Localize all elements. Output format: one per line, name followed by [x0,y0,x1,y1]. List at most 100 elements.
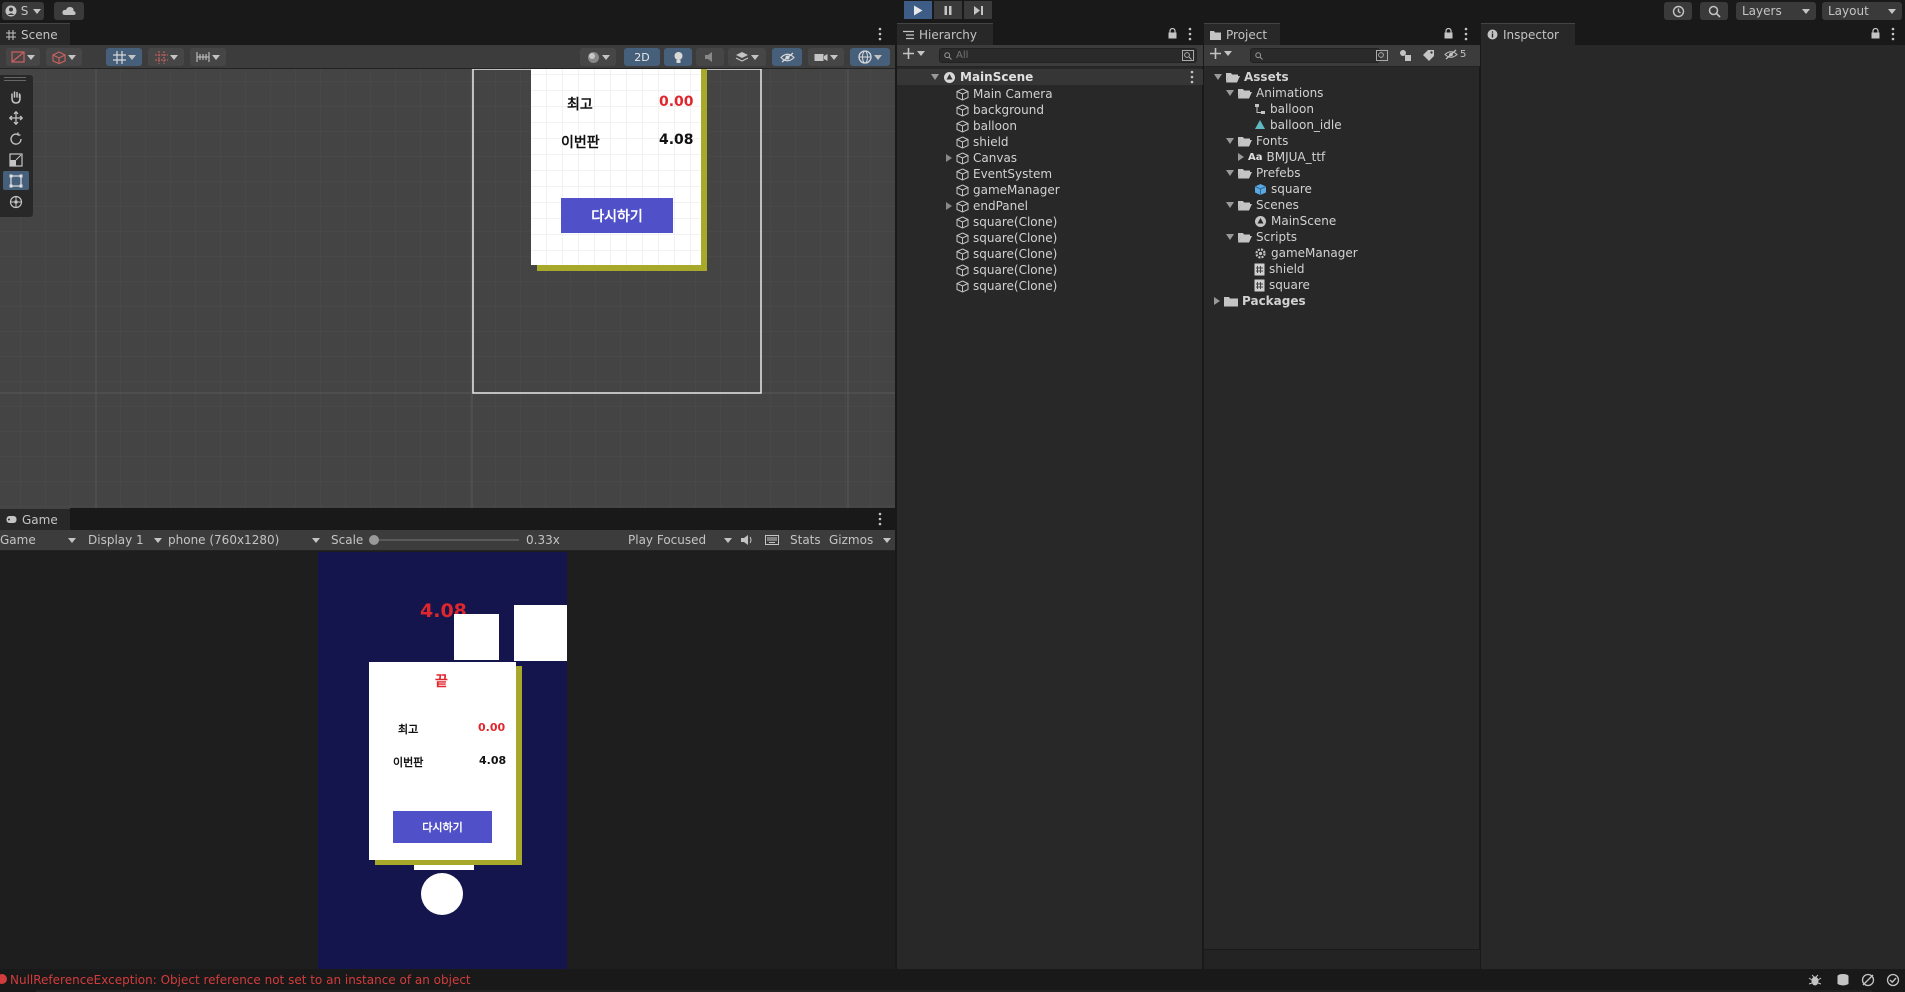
hidden-objects-toggle[interactable] [772,48,802,66]
expand-arrow-icon[interactable] [1226,234,1234,240]
folder-assets[interactable]: Assets [1204,69,1480,85]
hierarchy-item[interactable]: square(Clone) [897,230,1203,246]
asset-script[interactable]: square [1204,277,1480,293]
hierarchy-item[interactable]: Main Camera [897,86,1203,102]
kebab-menu-icon[interactable] [1464,27,1468,41]
collapse-arrow-icon[interactable] [1214,297,1220,305]
asset-script[interactable]: gameManager [1204,245,1480,261]
expand-arrow-icon[interactable] [1226,170,1234,176]
move-tool[interactable] [3,108,29,127]
scene-end-panel[interactable]: 최고 0.00 이번판 4.08 다시하기 [531,69,701,265]
grid-toggle[interactable] [106,48,142,66]
render-mode-dropdown[interactable] [46,48,82,66]
scale-tool[interactable] [3,150,29,169]
tab-project[interactable]: Project [1204,23,1280,45]
scale-slider-thumb[interactable] [369,535,379,545]
lock-icon[interactable] [1871,28,1880,39]
layers-dropdown[interactable]: Layers [1736,2,1816,20]
hierarchy-item[interactable]: gameManager [897,182,1203,198]
draw-mode-dropdown[interactable] [6,48,40,66]
filter-type-icon[interactable] [1399,49,1412,62]
hierarchy-item[interactable]: EventSystem [897,166,1203,182]
stats-button[interactable]: Stats [790,533,821,547]
account-button[interactable]: S [2,2,44,20]
scene-viewport[interactable]: 최고 0.00 이번판 4.08 다시하기 [0,69,895,508]
lighting-toggle[interactable] [664,48,692,66]
project-search[interactable] [1250,48,1380,63]
cloud-button[interactable] [54,2,84,20]
game-view-dropdown[interactable]: Game [0,533,78,547]
kebab-menu-icon[interactable] [1188,27,1192,41]
hierarchy-item[interactable]: square(Clone) [897,214,1203,230]
hierarchy-item[interactable]: Canvas [897,150,1203,166]
display-dropdown[interactable]: Display 1 [88,533,162,547]
folder-animations[interactable]: Animations [1204,85,1480,101]
pause-button[interactable] [934,1,962,19]
kebab-menu-icon[interactable] [1891,27,1895,41]
keyboard-toggle[interactable] [765,535,779,545]
step-button[interactable] [964,1,992,19]
create-button[interactable] [903,48,925,59]
play-button[interactable] [904,1,932,19]
check-circle-icon[interactable] [1886,973,1900,987]
network-icon[interactable] [1861,973,1875,987]
bug-icon[interactable] [1808,973,1822,987]
game-retry-button[interactable]: 다시하기 [393,811,492,843]
folder-packages[interactable]: Packages [1204,293,1480,309]
gizmos-dropdown[interactable] [850,48,890,66]
cache-server-icon[interactable] [1836,973,1850,987]
scene-retry-button[interactable]: 다시하기 [561,198,673,233]
asset-animator[interactable]: balloon [1204,101,1480,117]
hierarchy-item[interactable]: shield [897,134,1203,150]
folder-prefabs[interactable]: Prefebs [1204,165,1480,181]
lock-icon[interactable] [1168,28,1177,39]
collapse-arrow-icon[interactable] [1238,153,1244,161]
asset-prefab[interactable]: square [1204,181,1480,197]
search-options-icon[interactable] [1182,50,1194,61]
gizmos-toggle[interactable]: Gizmos [829,533,891,547]
expand-arrow-icon[interactable] [1214,74,1222,80]
effects-dropdown[interactable] [728,48,766,66]
hand-tool[interactable] [3,87,29,106]
tag-icon[interactable] [1422,49,1435,62]
scale-slider-track[interactable] [371,539,519,541]
tab-game[interactable]: Game [0,508,70,530]
transform-tool[interactable] [3,192,29,211]
camera-dropdown[interactable] [808,48,844,66]
folder-scripts[interactable]: Scripts [1204,229,1480,245]
tab-inspector[interactable]: Inspector [1481,23,1575,45]
hierarchy-item[interactable]: balloon [897,118,1203,134]
expand-arrow-icon[interactable] [1226,202,1234,208]
hierarchy-item[interactable]: square(Clone) [897,262,1203,278]
game-viewport[interactable]: 4.08 끝 최고 0.00 이번판 4.08 다시하기 [0,551,895,969]
asset-script[interactable]: shield [1204,261,1480,277]
folder-scenes[interactable]: Scenes [1204,197,1480,213]
rect-tool[interactable] [3,171,29,190]
asset-scene[interactable]: MainScene [1204,213,1480,229]
scene-menu-icon[interactable] [878,27,882,41]
kebab-menu-icon[interactable] [1190,70,1194,84]
snap-dropdown[interactable] [148,48,184,66]
hierarchy-search[interactable] [939,48,1197,63]
expand-arrow-icon[interactable] [1226,90,1234,96]
expand-arrow-icon[interactable] [946,202,952,210]
tab-hierarchy[interactable]: Hierarchy [897,23,993,45]
tab-scene[interactable]: Scene [0,23,70,45]
game-menu-icon[interactable] [878,512,882,526]
resolution-dropdown[interactable]: phone (760x1280) [168,533,320,547]
search-button[interactable] [1700,2,1728,20]
audio-toggle[interactable] [696,48,724,66]
hierarchy-item[interactable]: square(Clone) [897,278,1203,294]
lock-icon[interactable] [1444,28,1453,39]
layout-dropdown[interactable]: Layout [1822,2,1902,20]
hierarchy-search-input[interactable] [956,49,1156,62]
folder-fonts[interactable]: Fonts [1204,133,1480,149]
hierarchy-item[interactable]: square(Clone) [897,246,1203,262]
search-options-icon[interactable] [1376,50,1388,61]
hierarchy-item[interactable]: background [897,102,1203,118]
hidden-packages-toggle[interactable]: 5 [1444,49,1466,60]
expand-arrow-icon[interactable] [946,154,952,162]
history-button[interactable] [1664,2,1692,20]
asset-animation-clip[interactable]: balloon_idle [1204,117,1480,133]
increment-snap-dropdown[interactable] [190,48,226,66]
